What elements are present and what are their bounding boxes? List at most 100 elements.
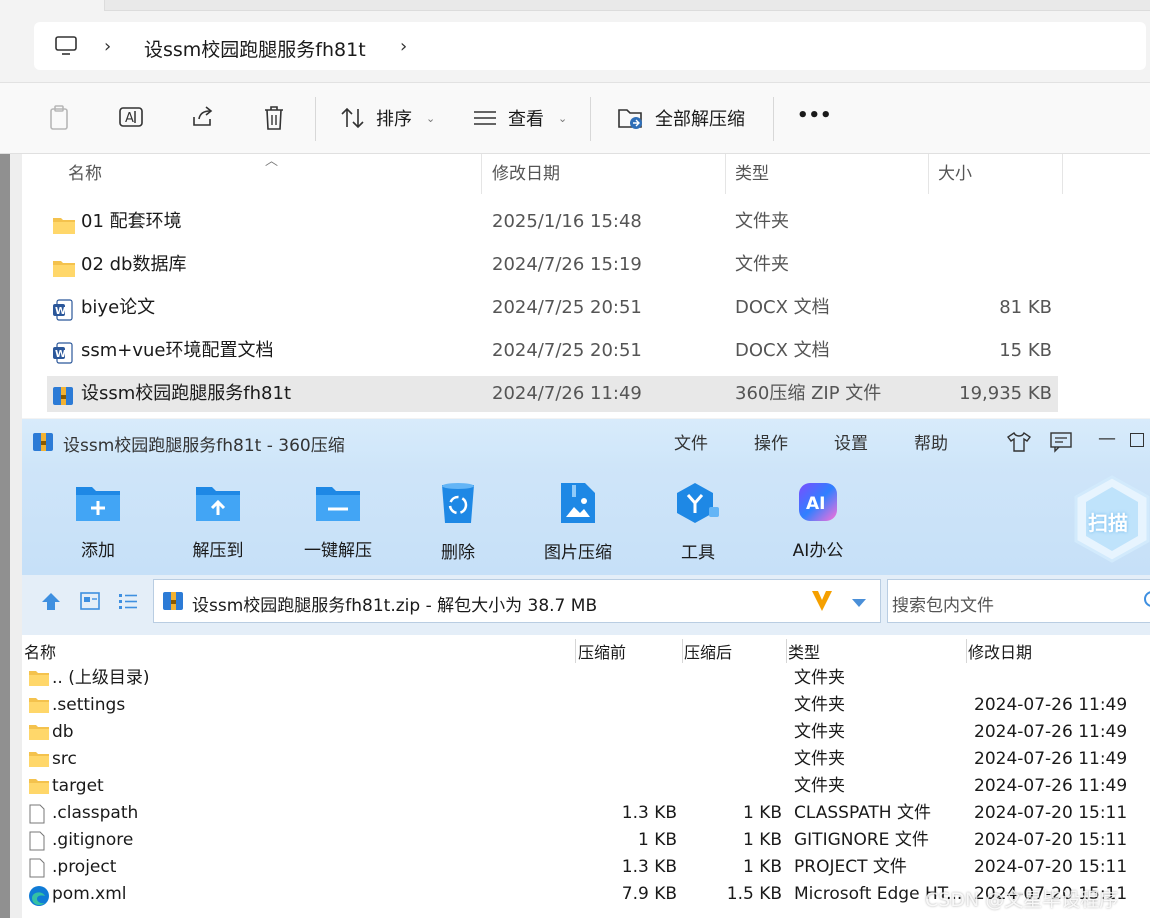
search-icon[interactable]: [1142, 590, 1150, 616]
title-bar[interactable]: 设ssm校园跑腿服务fh81t - 360压缩 文件 操作 设置 帮助 —: [22, 419, 1150, 463]
archive-item-type: CLASSPATH 文件: [794, 803, 931, 823]
ribbon-image-compress-button[interactable]: 图片压缩: [528, 481, 628, 563]
extract-all-button[interactable]: 全部解压缩: [617, 105, 745, 131]
thumbnail-view-icon[interactable]: [79, 591, 101, 615]
scan-button[interactable]: 扫描: [1074, 473, 1150, 565]
ai-office-icon: AI: [799, 483, 837, 521]
ribbon-add-button[interactable]: 添加: [48, 481, 148, 561]
archive-row[interactable]: .settings 文件夹 2024-07-26 11:49: [22, 692, 1150, 719]
column-header-size[interactable]: 大小: [938, 154, 972, 194]
column-header-type[interactable]: 类型: [788, 639, 820, 663]
ribbon-label: 解压到: [192, 541, 244, 561]
view-button[interactable]: 查看 ⌄: [472, 105, 567, 131]
column-divider[interactable]: [1062, 154, 1063, 194]
archive-item-name: .settings: [52, 695, 126, 715]
list-view-icon: [474, 111, 496, 125]
chevron-right-icon[interactable]: ›: [104, 36, 111, 57]
ribbon-label: 图片压缩: [544, 543, 612, 563]
v-logo-icon[interactable]: [810, 588, 834, 618]
archive-row[interactable]: src 文件夹 2024-07-26 11:49: [22, 746, 1150, 773]
column-divider[interactable]: [481, 154, 482, 194]
column-header-before[interactable]: 压缩前: [578, 639, 626, 663]
list-view-icon[interactable]: [117, 591, 139, 615]
column-header-modified[interactable]: 修改日期: [968, 639, 1032, 663]
tools-icon: [677, 483, 719, 523]
archive-row[interactable]: .. (上级目录) 文件夹: [22, 665, 1150, 692]
maximize-icon[interactable]: [1130, 433, 1144, 447]
archive-item-before: 7.9 KB: [621, 884, 677, 904]
file-size: 19,935 KB: [959, 383, 1052, 404]
archive-item-before: 1 KB: [637, 830, 677, 850]
ribbon-ai-office-button[interactable]: AI AI办公: [768, 481, 868, 561]
file-modified: 2024/7/25 20:51: [492, 297, 642, 318]
breadcrumb-current-folder[interactable]: 设ssm校园跑腿服务fh81t: [144, 35, 366, 62]
chevron-right-icon[interactable]: ›: [400, 36, 407, 57]
delete-button[interactable]: [262, 105, 286, 131]
menu-help[interactable]: 帮助: [914, 429, 948, 454]
archive-path-field[interactable]: 设ssm校园跑腿服务fh81t.zip - 解包大小为 38.7 MB: [153, 579, 881, 623]
menu-settings[interactable]: 设置: [834, 429, 868, 454]
archive-row[interactable]: .project 1.3 KB 1 KB PROJECT 文件 2024-07-…: [22, 854, 1150, 881]
ribbon-extract-to-button[interactable]: 解压到: [168, 481, 268, 561]
column-header-name[interactable]: 名称: [24, 639, 56, 663]
ribbon-tools-button[interactable]: 工具: [648, 481, 748, 563]
recycle-bin-icon: [442, 483, 474, 523]
word-doc-icon: W: [52, 341, 74, 377]
navigation-bar: 设ssm校园跑腿服务fh81t.zip - 解包大小为 38.7 MB 搜索包内…: [22, 575, 1150, 635]
archive-search-input[interactable]: 搜索包内文件: [887, 579, 1150, 623]
share-button[interactable]: [190, 105, 216, 129]
file-name: 02 db数据库: [81, 254, 187, 275]
skin-tshirt-icon[interactable]: [1006, 431, 1032, 457]
archive-item-modified: 2024-07-20 15:11: [974, 803, 1128, 823]
zip-archive-icon: [162, 590, 184, 616]
column-header-modified[interactable]: 修改日期: [492, 154, 560, 194]
archive-item-name: .gitignore: [52, 830, 134, 850]
column-header-type[interactable]: 类型: [735, 154, 769, 194]
archive-row[interactable]: db 文件夹 2024-07-26 11:49: [22, 719, 1150, 746]
this-pc-icon[interactable]: [54, 35, 78, 61]
menu-file[interactable]: 文件: [674, 429, 708, 454]
file-type: 文件夹: [735, 254, 789, 275]
archive-item-before: 1.3 KB: [621, 803, 677, 823]
ribbon-one-click-extract-button[interactable]: 一键解压: [288, 481, 388, 561]
sort-button[interactable]: 排序 ⌄: [340, 105, 435, 131]
column-divider[interactable]: [725, 154, 726, 194]
feedback-icon[interactable]: [1049, 431, 1073, 457]
column-header-name[interactable]: 名称: [68, 154, 102, 194]
archive-item-type: 文件夹: [794, 749, 845, 769]
toolbar-separator: [315, 97, 316, 141]
ribbon-label: 工具: [681, 543, 715, 563]
file-row[interactable]: 01 配套环境 2025/1/16 15:48 文件夹: [47, 204, 1058, 240]
address-bar[interactable]: › 设ssm校园跑腿服务fh81t ›: [34, 22, 1146, 70]
one-click-extract-icon: [316, 487, 360, 521]
more-options-button[interactable]: •••: [797, 105, 832, 126]
share-icon: [193, 106, 213, 126]
dropdown-arrow-icon[interactable]: [850, 594, 868, 613]
archive-item-modified: 2024-07-26 11:49: [974, 776, 1128, 796]
toolbar-separator: [773, 97, 774, 141]
file-row-selected[interactable]: 设ssm校园跑腿服务fh81t 2024/7/26 11:49 360压缩 ZI…: [47, 376, 1058, 412]
column-header-after[interactable]: 压缩后: [684, 639, 732, 663]
file-row[interactable]: W ssm+vue环境配置文档 2024/7/25 20:51 DOCX 文档 …: [47, 333, 1058, 369]
file-modified: 2025/1/16 15:48: [492, 211, 642, 232]
up-folder-icon[interactable]: [40, 591, 62, 615]
archive-item-before: 1.3 KB: [621, 857, 677, 877]
archive-row[interactable]: target 文件夹 2024-07-26 11:49: [22, 773, 1150, 800]
tab-strip: [104, 0, 1150, 11]
minimize-icon[interactable]: —: [1098, 428, 1116, 449]
menu-operation[interactable]: 操作: [754, 429, 788, 454]
file-name: biye论文: [81, 297, 156, 318]
archive-row[interactable]: .classpath 1.3 KB 1 KB CLASSPATH 文件 2024…: [22, 800, 1150, 827]
archive-item-name: db: [52, 722, 74, 742]
file-row[interactable]: W biye论文 2024/7/25 20:51 DOCX 文档 81 KB: [47, 290, 1058, 326]
ribbon-delete-button[interactable]: 删除: [408, 481, 508, 563]
column-divider[interactable]: [928, 154, 929, 194]
rename-button[interactable]: A: [118, 105, 144, 129]
file-row[interactable]: 02 db数据库 2024/7/26 15:19 文件夹: [47, 247, 1058, 283]
zip-archive-icon: [32, 431, 54, 457]
archive-item-type: 文件夹: [794, 695, 845, 715]
archive-item-after: 1 KB: [742, 803, 782, 823]
paste-button[interactable]: [48, 105, 70, 131]
folder-icon: [52, 212, 76, 248]
archive-row[interactable]: .gitignore 1 KB 1 KB GITIGNORE 文件 2024-0…: [22, 827, 1150, 854]
